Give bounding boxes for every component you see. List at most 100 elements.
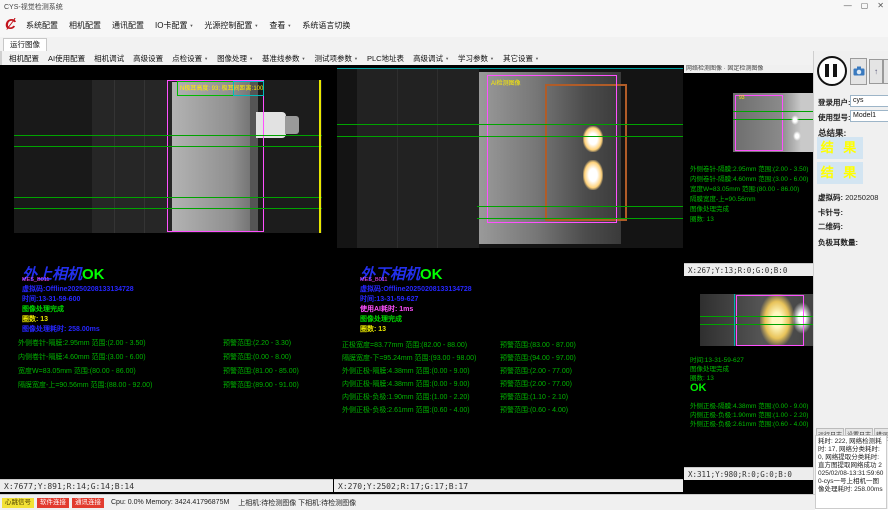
turns-line: 圈数: 13 xyxy=(360,324,386,334)
login-user-label: 登录用户: xyxy=(818,97,851,108)
sub-toolbar: 相机配置 AI使用配置 相机调试 高级设置 点检设置 图像处理 基准线参数 测试… xyxy=(0,51,888,65)
upper-camera-panel: N极耳高度: 93; 极耳间距离:100 外上相机OK MES_B011 虚拟码… xyxy=(0,65,333,494)
tool-camera-debug[interactable]: 相机调试 xyxy=(94,53,124,64)
tool-ai-usage-config[interactable]: AI使用配置 xyxy=(48,53,85,64)
measurement-warn-range: 预警范围:(89.00 - 91.00) xyxy=(223,380,299,390)
measurement-warn-range: 预警范围:(2.00 - 77.00) xyxy=(500,366,572,376)
elapsed-line: 图像处理耗时: 258.00ms xyxy=(22,324,100,334)
comm-connection-badge: 通讯连接 xyxy=(72,498,104,508)
negative-tab-count-label: 负极耳数量: xyxy=(818,237,858,248)
thumb-result-line: 圈数: 13 xyxy=(690,372,714,382)
done-line: 图像处理完成 xyxy=(360,314,402,324)
tool-image-processing[interactable]: 图像处理 xyxy=(217,53,253,64)
menu-language-switch[interactable]: 系统语言切换 xyxy=(302,20,350,31)
barcode-line: 虚拟码:Offline20250208133134728 xyxy=(22,284,134,294)
pixel-coords-status: X:270;Y:2502;R:17;G:17;B:17 xyxy=(334,479,683,492)
title-bar: CYS-视觉检测系统 xyxy=(0,0,888,13)
tool-test-params[interactable]: 测试项参数 xyxy=(315,53,358,64)
menu-bar: Ȼ 系统配置 相机配置 通讯配置 IO卡配置 光源控制配置 查看 系统语言切换 xyxy=(0,13,888,38)
heartbeat-status-badge: 心跳信号 xyxy=(2,498,34,508)
yellow-divider-line xyxy=(319,80,321,233)
measurement-value: 隔膜宽度-上=90.56mm 范围:(88.00 - 92.00) xyxy=(18,380,152,390)
thumb-result-line: 内侧卷针-隔膜:4.60mm 范围:(3.00 - 6.00) xyxy=(690,173,808,183)
network-image-view-top[interactable]: 93 外侧卷针-隔膜:2.95mm 范围:(2.00 - 3.50) 内侧卷针-… xyxy=(684,73,813,263)
cpu-memory-status: Cpu: 0.0% Memory: 3424.41796875M xyxy=(111,499,229,506)
model-field[interactable]: Model1 xyxy=(850,110,888,122)
time-line: 时间:13-31-59-627 xyxy=(360,294,418,304)
thumbnail-column-header: 网络检测图像 · 固定检测图像 xyxy=(684,65,813,73)
login-user-field[interactable]: cys xyxy=(850,95,888,107)
measurement-value: 隔膜宽度-下=95.24mm 范围:(93.00 - 98.00) xyxy=(342,353,476,363)
measurement-warn-range: 预警范围:(2.00 - 77.00) xyxy=(500,379,572,389)
model-label: 使用型号: xyxy=(818,112,851,123)
thumb-result-line: 宽度W=83.05mm 范围:(80.00 - 86.00) xyxy=(690,183,799,193)
menu-system-config[interactable]: 系统配置 xyxy=(26,20,58,31)
pixel-coords-status: X:267;Y:13;R:0;G:0;B:0 xyxy=(684,263,813,276)
minimize-icon[interactable]: — xyxy=(844,1,852,10)
barcode-line: 虚拟码:Offline20250208133134728 xyxy=(360,284,472,294)
measurement-warn-range: 预警范围:(94.00 - 97.00) xyxy=(500,353,576,363)
measurement-warn-range: 预警范围:(0.00 - 8.00) xyxy=(223,352,291,362)
menu-comm-config[interactable]: 通讯配置 xyxy=(112,20,144,31)
pause-icon xyxy=(833,64,837,77)
lower-camera-panel: AI检测图像 外下相机OK MES_B011 虚拟码:Offline202502… xyxy=(334,65,683,494)
tool-other-settings[interactable]: 其它设置 xyxy=(503,53,539,64)
roi-rect-magenta xyxy=(167,80,264,232)
measurement-warn-range: 预警范围:(81.00 - 85.00) xyxy=(223,366,299,376)
thumb-result-line: 隔膜宽度-上=90.56mm xyxy=(690,193,756,203)
tab-bar: 运行图像 xyxy=(0,37,888,52)
pixel-coords-status: X:7677;Y:891;R:14;G:14;B:14 xyxy=(0,479,333,492)
close-icon[interactable]: ✕ xyxy=(877,1,884,10)
thumbnail-image xyxy=(700,294,813,346)
network-image-view-bottom[interactable]: 时间:13-31-59-627 图像处理完成 圈数: 13 OK 外侧正极-隔膜… xyxy=(684,276,813,467)
camera-capture-button[interactable] xyxy=(850,58,867,85)
measurement-warn-range: 预警范围:(0.60 - 4.00) xyxy=(500,405,568,415)
measurement-value: 正极宽度=83.77mm 范围:(82.00 - 88.00) xyxy=(342,340,467,350)
ai-elapsed-line: 使用AI耗时: 1ms xyxy=(360,304,413,314)
measurement-warn-range: 预警范围:(83.00 - 87.00) xyxy=(500,340,576,350)
main-area: N极耳高度: 93; 极耳间距离:100 外上相机OK MES_B011 虚拟码… xyxy=(0,65,813,494)
pixel-coords-status: X:311;Y:980;R:0;G:0;B:0 xyxy=(684,467,813,480)
detection-thumbnails-column: 网络检测图像 · 固定检测图像 93 外侧卷针-隔膜:2.95mm 范围:(2.… xyxy=(684,65,813,494)
thumb-result-line: 外侧正极-负极:2.61mm 范围:(0.60 - 4.00) xyxy=(690,418,808,428)
tool-plc-address-table[interactable]: PLC地址表 xyxy=(367,53,404,64)
result-badge-upper: 结 果 xyxy=(817,137,863,159)
lower-camera-image[interactable]: AI检测图像 xyxy=(337,68,683,248)
ok-status: OK xyxy=(420,266,443,283)
thumb-result-line: 圈数: 13 xyxy=(690,213,714,223)
pin-number-label: 卡针号: xyxy=(818,207,843,218)
tab-run-image[interactable]: 运行图像 xyxy=(3,38,47,51)
led-glow xyxy=(583,160,603,190)
tool-learning-params[interactable]: 学习参数 xyxy=(458,53,494,64)
virtual-code-value: 20250208 xyxy=(845,193,878,202)
measurement-value: 外侧正极-负极:2.61mm 范围:(0.60 - 4.00) xyxy=(342,405,470,415)
icon-button-up[interactable]: ↑ xyxy=(869,59,883,84)
log-output[interactable]: 耗时: 222, 网络检测耗时: 17, 网络分类耗时: 0, 网络提取分类耗时… xyxy=(815,435,887,509)
turns-line: 圈数: 13 xyxy=(22,314,48,324)
software-connection-badge: 软件连接 xyxy=(37,498,69,508)
icon-button-down[interactable]: ↓ xyxy=(883,59,888,84)
menu-view[interactable]: 查看 xyxy=(269,20,291,31)
arrow-up-icon: ↑ xyxy=(874,67,878,76)
tool-baseline-params[interactable]: 基准线参数 xyxy=(262,53,305,64)
tool-camera-config[interactable]: 相机配置 xyxy=(9,53,39,64)
tool-advanced-settings[interactable]: 高级设置 xyxy=(133,53,163,64)
thumbnail-image: 93 xyxy=(733,93,813,152)
measurement-value: 外侧卷针-隔膜:2.95mm 范围:(2.00 - 3.50) xyxy=(18,338,146,348)
done-line: 图像处理完成 xyxy=(22,304,64,314)
tool-advanced-debug[interactable]: 高级调试 xyxy=(413,53,449,64)
maximize-icon[interactable]: ▢ xyxy=(861,1,869,10)
virtual-code-label: 虚拟码: 20250208 xyxy=(818,192,878,203)
measurement-value: 内侧卷针-隔膜:4.60mm 范围:(3.00 - 6.00) xyxy=(18,352,146,362)
measurement-value: 宽度W=83.05mm 范围:(80.00 - 86.00) xyxy=(18,366,136,376)
menu-light-control-config[interactable]: 光源控制配置 xyxy=(204,20,258,31)
measurement-warn-range: 预警范围:(1.10 - 2.10) xyxy=(500,392,568,402)
tool-spot-check[interactable]: 点检设置 xyxy=(172,53,208,64)
menu-camera-config[interactable]: 相机配置 xyxy=(69,20,101,31)
pause-button[interactable] xyxy=(817,56,847,86)
ai-image-overlay: AI检测图像 xyxy=(491,78,521,87)
upper-camera-image[interactable]: N极耳高度: 93; 极耳间距离:100 xyxy=(14,80,322,233)
measurement-value: 内侧正极-负极:1.90mm 范围:(1.00 - 2.20) xyxy=(342,392,470,402)
menu-io-card-config[interactable]: IO卡配置 xyxy=(155,20,193,31)
measurement-warn-range: 预警范围:(2.20 - 3.30) xyxy=(223,338,291,348)
